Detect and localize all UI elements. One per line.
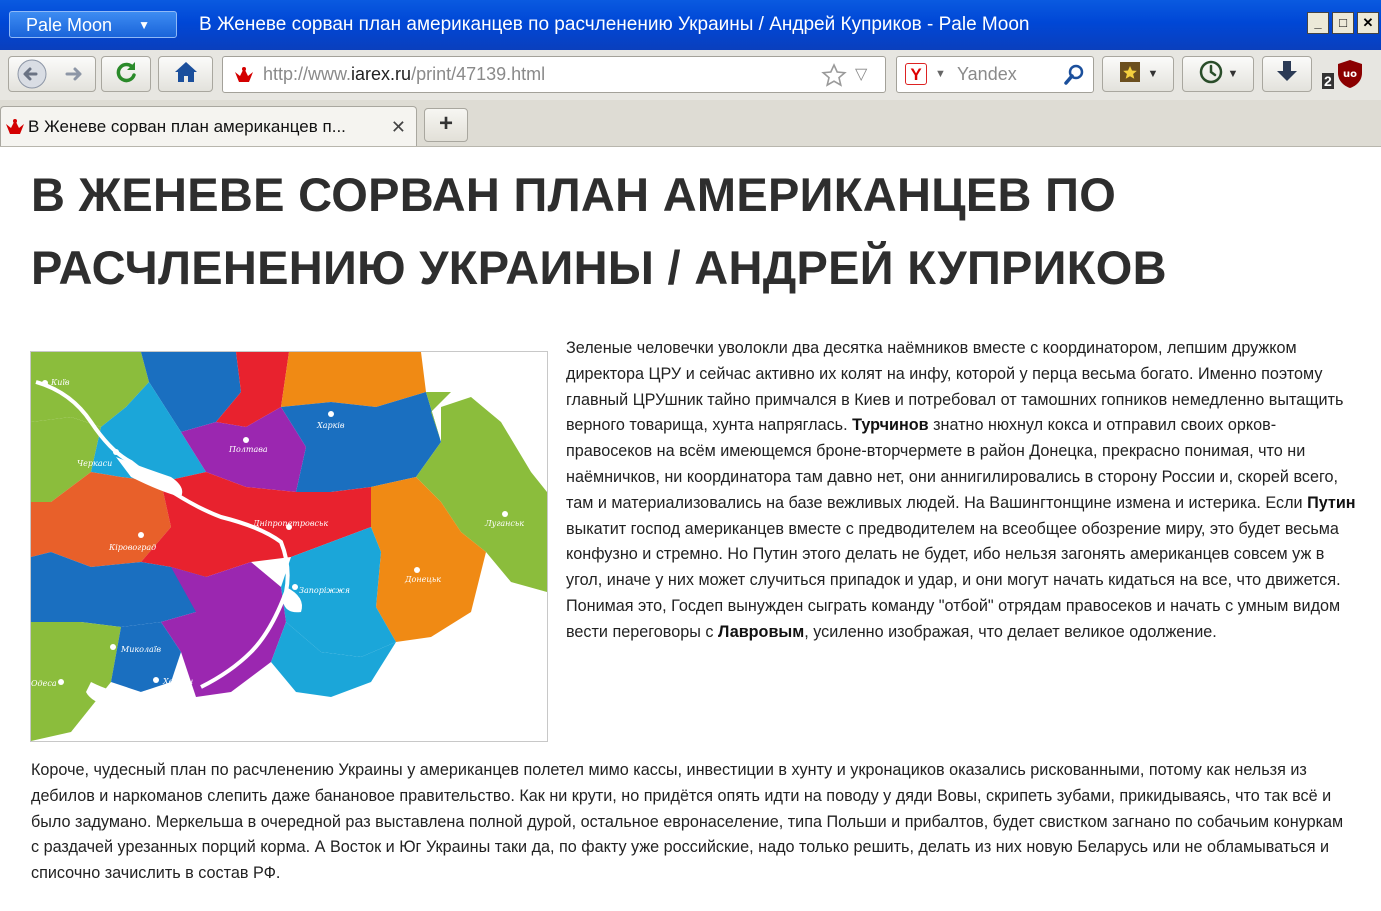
yandex-engine-icon[interactable]: Y — [905, 63, 927, 85]
svg-text:Донецьк: Донецьк — [404, 575, 441, 584]
url-bar[interactable]: http://www.iarex.ru/print/47139.html ▽ — [222, 56, 886, 93]
svg-text:Херсон: Херсон — [162, 677, 193, 686]
reload-icon — [113, 59, 139, 90]
search-bar[interactable]: Y ▼ Yandex — [896, 56, 1094, 93]
chevron-down-icon: ▼ — [138, 18, 150, 32]
site-favicon-icon — [233, 66, 255, 89]
tab-active[interactable]: В Женеве сорван план американцев п... ✕ — [0, 106, 417, 146]
tab-title: В Женеве сорван план американцев п... — [28, 117, 346, 136]
nav-toolbar: http://www.iarex.ru/print/47139.html ▽ Y… — [0, 50, 1381, 101]
article-paragraph-1: Зеленые человечки уволокли два десятка н… — [566, 339, 1356, 641]
bookmarks-icon — [1118, 59, 1144, 90]
chevron-down-icon: ▼ — [1227, 68, 1239, 80]
svg-text:Харків: Харків — [316, 421, 345, 430]
article-headline: В ЖЕНЕВЕ СОРВАН ПЛАН АМЕРИКАНЦЕВ ПО РАСЧ… — [31, 168, 1167, 294]
svg-text:Черкаси: Черкаси — [77, 459, 112, 468]
shield-icon: uo — [1336, 59, 1364, 94]
window-title: В Женеве сорван план американцев по расч… — [199, 14, 1030, 35]
download-icon — [1275, 59, 1299, 90]
maximize-button[interactable]: □ — [1332, 12, 1354, 34]
bold-name-turchinov: Турчинов — [852, 416, 929, 435]
home-icon — [173, 60, 199, 89]
close-window-button[interactable]: ✕ — [1357, 12, 1379, 34]
home-button[interactable] — [158, 56, 213, 92]
bookmarks-menu-button[interactable]: ▼ — [1102, 56, 1174, 92]
window-titlebar: Pale Moon ▼ В Женеве сорван план америка… — [0, 0, 1381, 50]
svg-text:uo: uo — [1343, 69, 1357, 80]
downloads-button[interactable] — [1262, 56, 1312, 92]
tab-close-icon[interactable]: ✕ — [391, 107, 406, 147]
window-controls: _ □ ✕ — [1307, 12, 1379, 34]
reload-button[interactable] — [101, 56, 151, 92]
svg-text:Луганськ: Луганськ — [484, 519, 524, 528]
search-input[interactable]: Yandex — [957, 57, 1017, 92]
svg-text:Київ: Київ — [50, 378, 70, 387]
forward-arrow-icon[interactable] — [54, 57, 94, 91]
url-dropdown-icon[interactable]: ▽ — [855, 64, 867, 84]
bookmark-star-icon[interactable] — [821, 63, 847, 92]
minimize-button[interactable]: _ — [1307, 12, 1329, 34]
search-icon[interactable] — [1063, 64, 1085, 91]
ukraine-map-image: Київ Черкаси Полтава Харків Дніпропетров… — [30, 351, 548, 742]
chevron-down-icon: ▼ — [1147, 68, 1159, 80]
ublock-button[interactable]: uo 2 — [1322, 59, 1368, 91]
svg-text:Кіровоград: Кіровоград — [108, 543, 156, 552]
back-forward-group — [8, 56, 96, 92]
clock-icon — [1198, 59, 1224, 90]
article-paragraph-2: Короче, чудесный план по расчленению Укр… — [31, 761, 1344, 883]
app-menu-label: Pale Moon — [26, 15, 113, 35]
tab-favicon-icon — [4, 118, 26, 141]
history-menu-button[interactable]: ▼ — [1182, 56, 1254, 92]
new-tab-button[interactable]: + — [424, 108, 468, 142]
app-menu-button[interactable]: Pale Moon ▼ — [9, 11, 177, 38]
engine-dropdown-icon[interactable]: ▼ — [935, 57, 946, 92]
svg-text:Запоріжжя: Запоріжжя — [299, 586, 350, 595]
bold-name-putin: Путин — [1307, 493, 1356, 512]
svg-text:Дніпропетровськ: Дніпропетровськ — [252, 519, 328, 528]
svg-text:Одеса: Одеса — [31, 679, 57, 688]
url-text[interactable]: http://www.iarex.ru/print/47139.html — [263, 57, 545, 92]
svg-text:Полтава: Полтава — [228, 445, 268, 454]
addon-badge: 2 — [1322, 73, 1334, 89]
bold-name-lavrov: Лавровым — [717, 622, 805, 641]
back-arrow-icon[interactable] — [10, 57, 54, 91]
tab-strip: В Женеве сорван план американцев п... ✕ … — [0, 100, 1381, 147]
svg-text:Миколаїв: Миколаїв — [120, 645, 161, 654]
